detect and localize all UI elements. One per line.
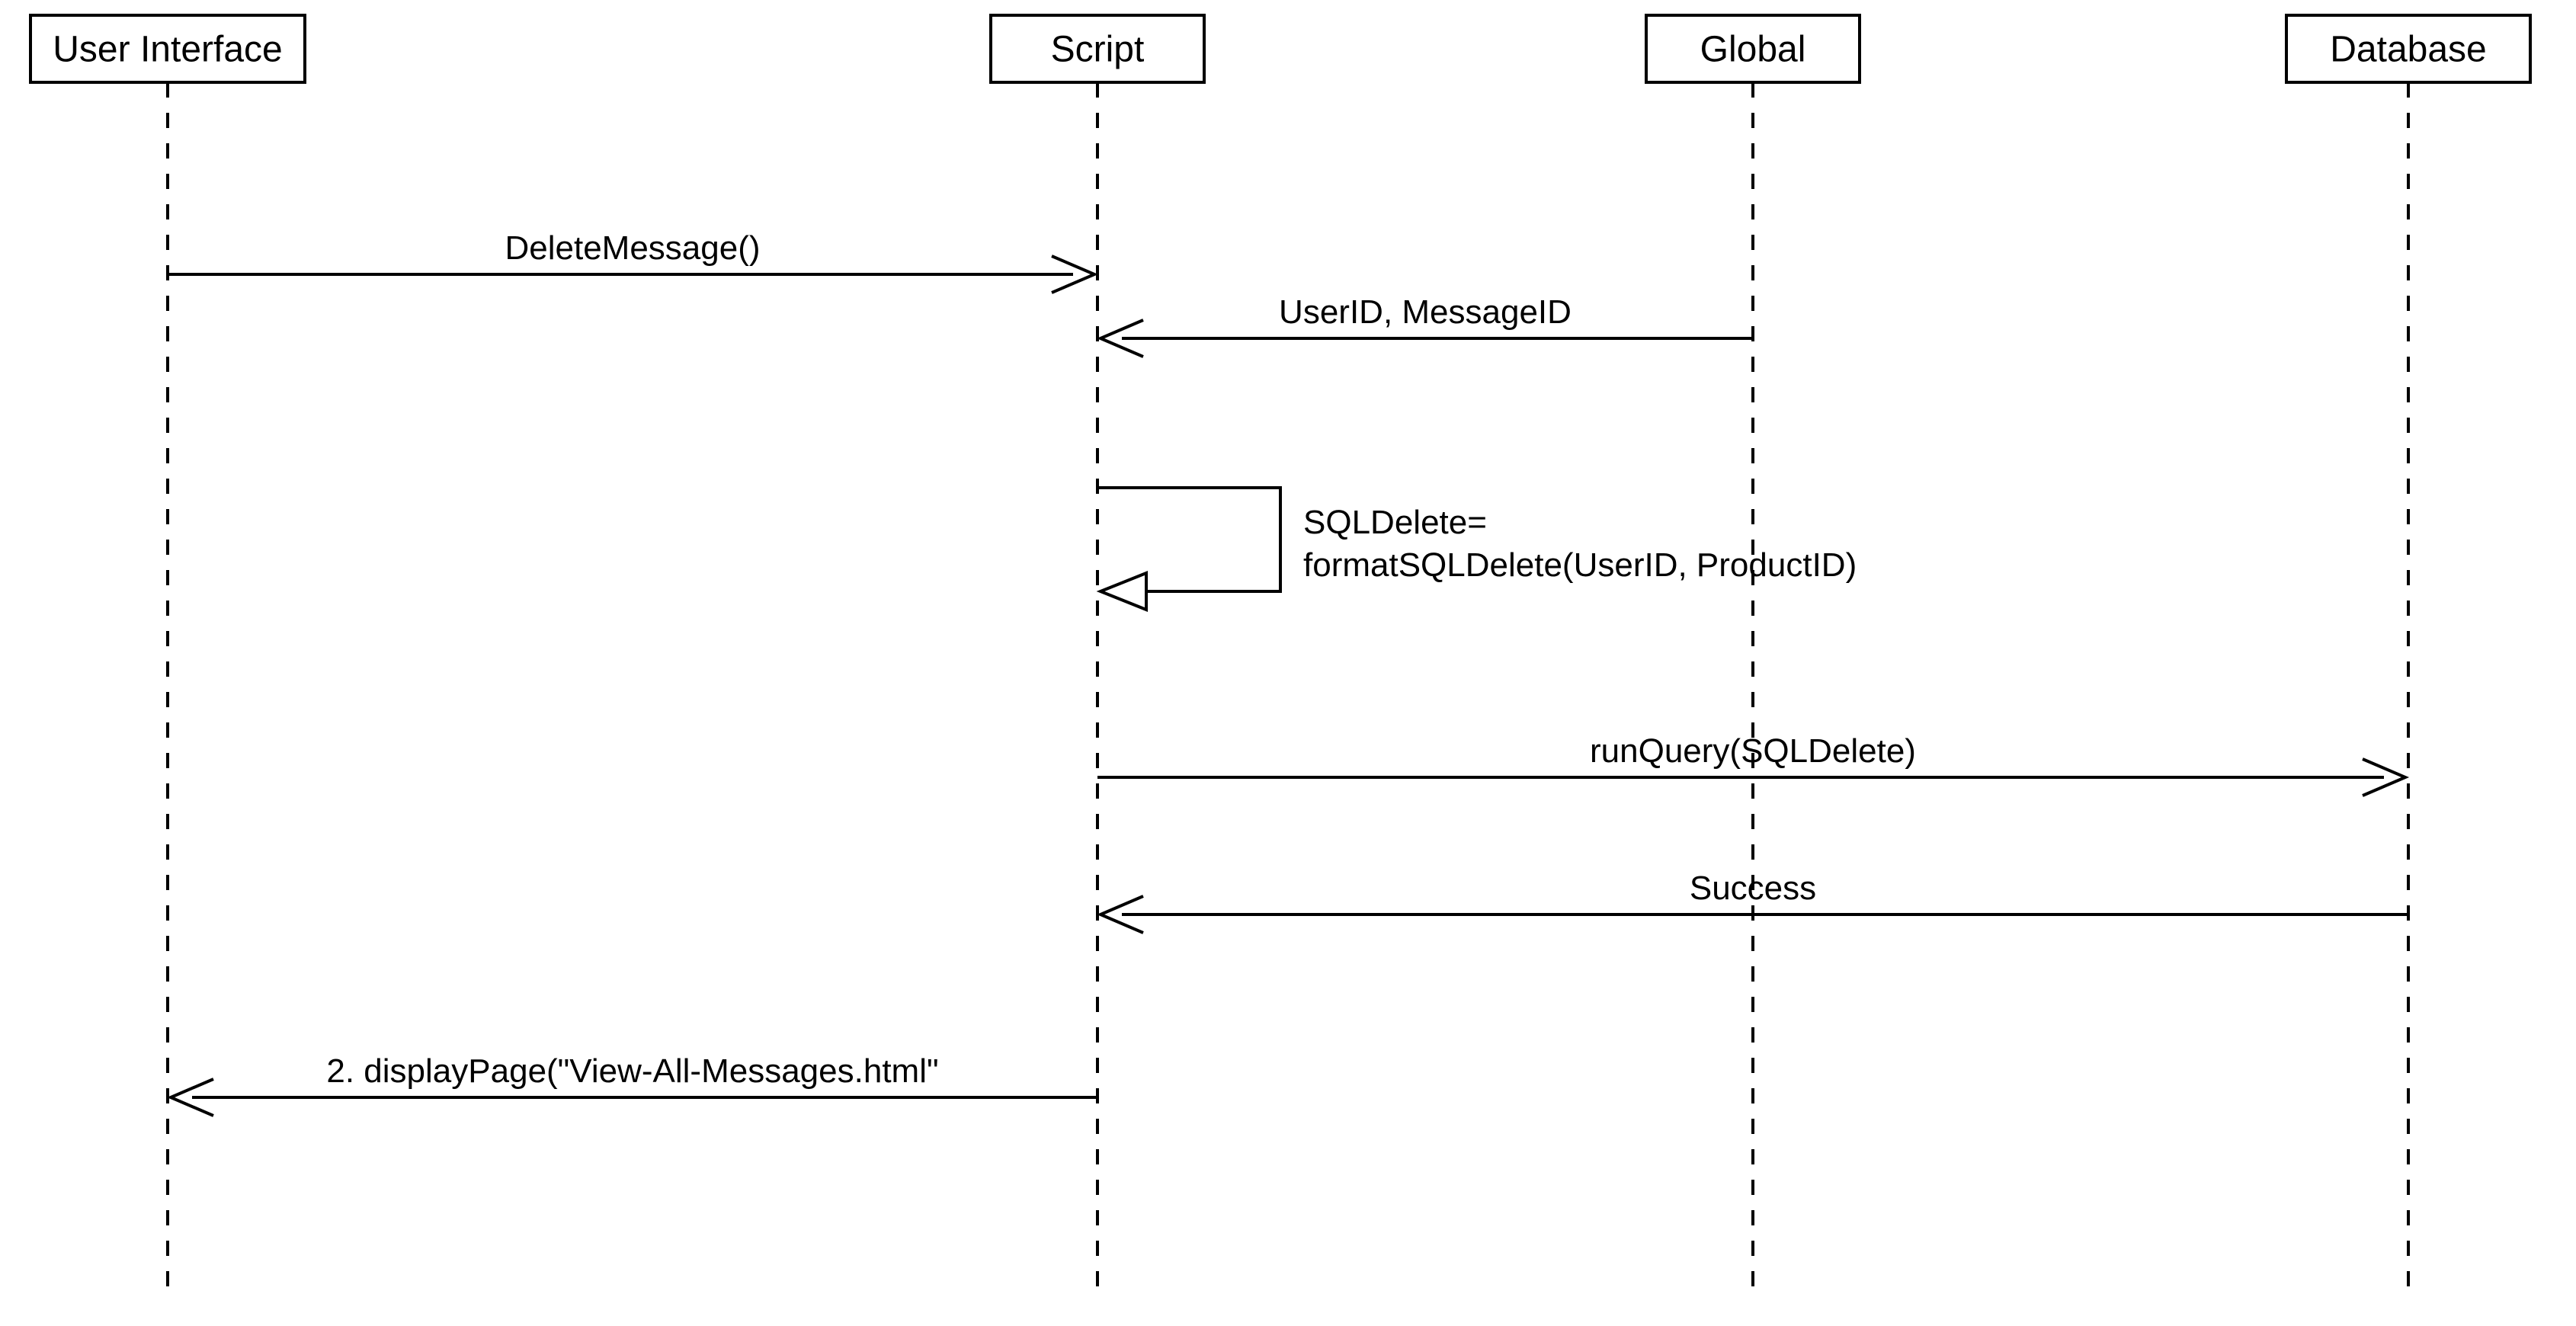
lifeline-database: Database [2286,15,2530,1296]
message-delete-message-label: DeleteMessage() [505,229,760,267]
message-display-page: 2. displayPage("View-All-Messages.html" [171,1052,1097,1116]
message-userid-messageid-label: UserID, MessageID [1279,293,1572,331]
message-userid-messageid: UserID, MessageID [1101,293,1753,357]
sequence-diagram: User Interface Script Global Database De… [0,0,2576,1326]
lifeline-user-interface: User Interface [30,15,305,1296]
message-delete-message: DeleteMessage() [168,229,1094,293]
message-run-query-label: runQuery(SQLDelete) [1590,732,1916,770]
lifeline-user-interface-label: User Interface [53,30,282,70]
message-format-sql-delete-label-line2: formatSQLDelete(UserID, ProductID) [1303,546,1857,584]
message-format-sql-delete-label-line1: SQLDelete= [1303,504,1487,541]
message-format-sql-delete: SQLDelete= formatSQLDelete(UserID, Produ… [1097,488,1857,610]
lifeline-global-label: Global [1700,30,1806,70]
lifeline-script-label: Script [1051,30,1145,70]
message-display-page-label: 2. displayPage("View-All-Messages.html" [326,1052,938,1090]
lifeline-database-label: Database [2330,30,2486,70]
message-success-label: Success [1690,870,1816,907]
message-success: Success [1101,870,2408,933]
lifeline-script: Script [991,15,1204,1296]
lifeline-global: Global [1646,15,1860,1296]
